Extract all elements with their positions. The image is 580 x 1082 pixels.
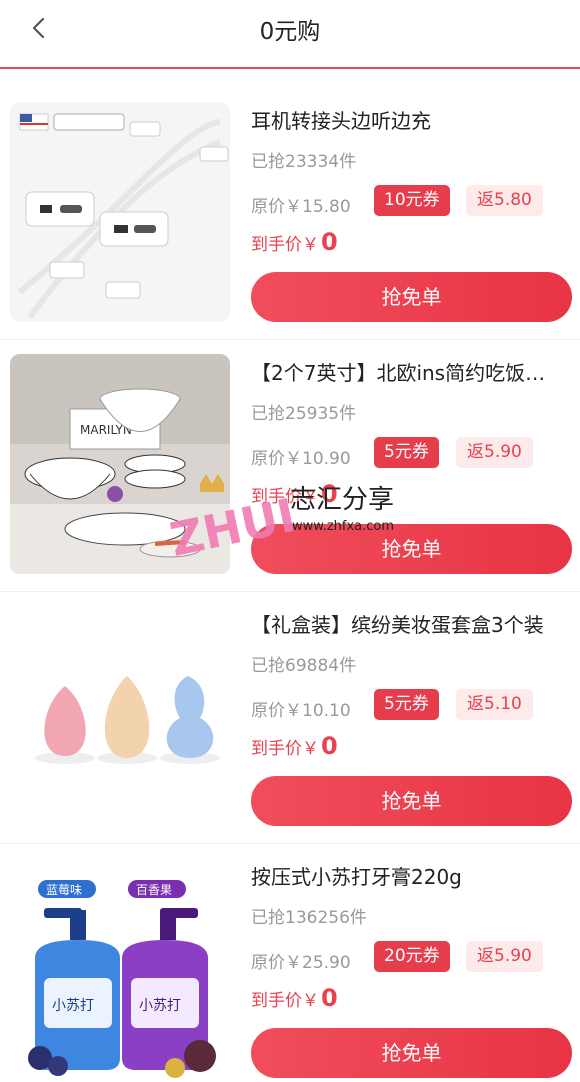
header-divider <box>0 67 580 69</box>
original-price: 原价￥15.80 <box>251 197 351 217</box>
purple-flavor-tag: 百香果 <box>136 883 172 897</box>
purple-product-label: 小苏打 <box>139 997 181 1014</box>
product-title[interactable]: 【2个7英寸】北欧ins简约吃饭… <box>251 357 569 386</box>
coupon-badge: 10元券 <box>374 185 450 216</box>
product-title[interactable]: 【礼盒装】缤纷美妆蛋套盒3个装 <box>251 609 569 638</box>
product-image-tableware: MARILYN <box>10 354 230 574</box>
product-card[interactable]: 耳机转接头边听边充 已抢23334件 原价￥15.80 10元券 返5.80 到… <box>0 88 580 340</box>
sold-count: 已抢69884件 <box>251 656 357 676</box>
final-price: 到手价￥0 <box>251 984 338 1012</box>
final-price-value: 0 <box>321 480 338 508</box>
final-price-label: 到手价￥ <box>251 487 319 507</box>
coupon-badge: 5元券 <box>374 689 439 720</box>
original-price: 原价￥10.10 <box>251 701 351 721</box>
coupon-badge: 5元券 <box>374 437 439 468</box>
sold-count: 已抢25935件 <box>251 404 357 424</box>
sold-count: 已抢136256件 <box>251 908 367 928</box>
final-price: 到手价￥0 <box>251 480 338 508</box>
product-image-toothpaste: 蓝莓味 百香果 小苏打 小苏打 <box>10 858 230 1078</box>
grab-free-button[interactable]: 抢免单 <box>251 776 572 826</box>
original-price: 原价￥10.90 <box>251 449 351 469</box>
grab-free-button[interactable]: 抢免单 <box>251 272 572 322</box>
final-price-label: 到手价￥ <box>251 991 319 1011</box>
final-price-label: 到手价￥ <box>251 739 319 759</box>
final-price: 到手价￥0 <box>251 732 338 760</box>
product-image-beauty-sponges <box>10 606 230 826</box>
final-price-value: 0 <box>321 228 338 256</box>
blue-flavor-tag: 蓝莓味 <box>46 883 82 897</box>
coupon-badge: 20元券 <box>374 941 450 972</box>
blue-product-label: 小苏打 <box>52 997 94 1014</box>
product-image-adapter <box>10 102 230 322</box>
rebate-badge: 返5.80 <box>466 185 543 216</box>
final-price-label: 到手价￥ <box>251 235 319 255</box>
product-title[interactable]: 耳机转接头边听边充 <box>251 105 569 134</box>
product-title[interactable]: 按压式小苏打牙膏220g <box>251 861 569 890</box>
original-price: 原价￥25.90 <box>251 953 351 973</box>
page-title: 0元购 <box>259 19 321 45</box>
sold-count: 已抢23334件 <box>251 152 357 172</box>
product-card[interactable]: 蓝莓味 百香果 小苏打 小苏打 按压式小苏打牙膏220g 已抢136256件 原… <box>0 844 580 1082</box>
top-bar: 0元购 <box>0 0 580 69</box>
rebate-badge: 返5.90 <box>456 437 533 468</box>
product-card[interactable]: 【礼盒装】缤纷美妆蛋套盒3个装 已抢69884件 原价￥10.10 5元券 返5… <box>0 592 580 844</box>
grab-free-button[interactable]: 抢免单 <box>251 1028 572 1078</box>
product-list: 耳机转接头边听边充 已抢23334件 原价￥15.80 10元券 返5.80 到… <box>0 88 580 1082</box>
grab-free-button[interactable]: 抢免单 <box>251 524 572 574</box>
final-price-value: 0 <box>321 732 338 760</box>
rebate-badge: 返5.90 <box>466 941 543 972</box>
final-price-value: 0 <box>321 984 338 1012</box>
product-card[interactable]: MARILYN 【2个7英寸】北欧ins简约吃饭… 已抢25935件 原价￥10… <box>0 340 580 592</box>
final-price: 到手价￥0 <box>251 228 338 256</box>
rebate-badge: 返5.10 <box>456 689 533 720</box>
